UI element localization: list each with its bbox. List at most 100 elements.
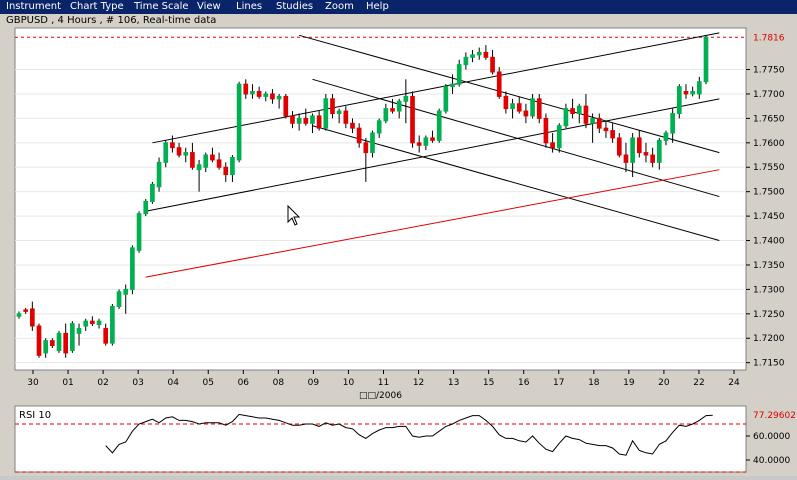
y-tick-label: 1.7200 xyxy=(753,334,785,344)
candle-body xyxy=(76,327,82,334)
x-tick-label: 19 xyxy=(623,378,635,388)
candle-body xyxy=(316,115,322,129)
candle-body xyxy=(136,213,142,251)
price-chart[interactable]: 1.7150 1.7200 1.7250 1.7300 1.7350 1.7400 1.74… xyxy=(0,0,797,480)
candle-body xyxy=(223,166,229,176)
candle-body xyxy=(636,137,642,154)
menu-studies[interactable]: Studies xyxy=(276,1,313,13)
last-price-label: 1.7816 xyxy=(753,33,785,43)
candle-body xyxy=(450,83,455,88)
candle-body xyxy=(510,103,515,110)
candle-body xyxy=(30,308,35,327)
candle-body xyxy=(23,309,29,312)
candle-body xyxy=(376,120,382,134)
candle-body xyxy=(56,332,62,351)
candle-body xyxy=(650,154,655,163)
menu-zoom[interactable]: Zoom xyxy=(325,1,354,13)
candle-body xyxy=(70,323,75,351)
candle-body xyxy=(230,156,235,176)
candle-body xyxy=(623,154,629,163)
x-tick-label: 03 xyxy=(132,378,143,388)
rsi-panel xyxy=(14,405,747,473)
candle-body xyxy=(103,327,109,344)
candle-body xyxy=(116,291,122,307)
candle-body xyxy=(483,51,489,58)
candle-body xyxy=(503,95,509,110)
candle-body xyxy=(456,64,462,85)
candle-body xyxy=(336,110,342,115)
candle-body xyxy=(676,86,682,114)
menu-instrument[interactable]: Instrument xyxy=(6,1,61,13)
x-tick-label: 02 xyxy=(97,378,108,388)
x-tick-label: 30 xyxy=(27,378,39,388)
candle-body xyxy=(543,117,549,144)
mouse-cursor-icon xyxy=(287,204,301,226)
candle-body xyxy=(490,56,495,73)
menu-help[interactable]: Help xyxy=(366,1,389,13)
x-tick-label: 10 xyxy=(343,378,355,388)
candle-body xyxy=(550,142,555,149)
candle-body xyxy=(536,98,542,119)
y-tick-label: 1.7750 xyxy=(753,66,785,76)
x-tick-label: 05 xyxy=(203,378,214,388)
rsi-line xyxy=(105,413,713,456)
candle-body xyxy=(43,340,49,354)
x-tick-label: 16 xyxy=(518,378,530,388)
candle-body xyxy=(130,247,135,290)
candle-body xyxy=(63,332,69,354)
x-tick-label: 22 xyxy=(693,378,704,388)
candle-body xyxy=(476,51,482,56)
menu-time-scale[interactable]: Time Scale xyxy=(134,1,189,13)
y-tick-label: 1.7300 xyxy=(753,285,785,295)
trendline xyxy=(152,32,720,144)
trendline xyxy=(298,34,720,154)
candle-body xyxy=(263,93,269,97)
y-tick-label: 1.7350 xyxy=(753,261,785,271)
candle-body xyxy=(570,108,575,115)
x-tick-label: 17 xyxy=(553,378,564,388)
x-tick-label: 24 xyxy=(728,378,740,388)
bottom-scrollbar[interactable] xyxy=(0,476,797,480)
candle-body xyxy=(303,117,309,124)
candle-body xyxy=(403,95,409,102)
candle-body xyxy=(530,98,535,117)
candle-body xyxy=(436,110,442,141)
rsi-title: RSI 10 xyxy=(19,410,51,421)
candle-body xyxy=(630,137,635,163)
candle-body xyxy=(516,103,522,112)
menu-lines[interactable]: Lines xyxy=(236,1,262,13)
menu-chart-type[interactable]: Chart Type xyxy=(70,1,124,13)
candle-body xyxy=(430,137,435,141)
candle-body xyxy=(443,86,449,112)
candle-body xyxy=(16,313,22,317)
x-tick-label: 18 xyxy=(588,378,600,388)
candle-body xyxy=(216,159,222,168)
candle-body xyxy=(576,105,582,114)
candle-body xyxy=(143,200,149,215)
candle-body xyxy=(696,81,702,95)
chart-title: GBPUSD , 4 Hours , # 106, Real-time data xyxy=(6,15,217,26)
candle-body xyxy=(150,183,155,202)
y-tick-label: 1.7250 xyxy=(753,310,785,320)
candle-body xyxy=(270,93,275,100)
x-tick-label: 20 xyxy=(658,378,670,388)
menu-view[interactable]: View xyxy=(197,1,221,13)
x-tick-label: 01 xyxy=(62,378,73,388)
y-tick-label: 1.7550 xyxy=(753,163,785,173)
y-tick-label: 1.7600 xyxy=(753,139,785,149)
x-tick-label: 09 xyxy=(308,378,320,388)
candle-body xyxy=(250,91,255,95)
trendline xyxy=(312,78,720,198)
candle-body xyxy=(36,325,42,356)
x-tick-label: 15 xyxy=(483,378,494,388)
candle-body xyxy=(50,340,55,347)
candle-body xyxy=(583,105,589,124)
candle-body xyxy=(370,132,375,154)
rsi-y-tick-label: 60.0000 xyxy=(753,432,790,442)
x-tick-label: 12 xyxy=(413,378,424,388)
candle-body xyxy=(123,288,129,295)
x-tick-label: 13 xyxy=(448,378,459,388)
candle-body xyxy=(90,320,95,325)
candle-body xyxy=(110,305,115,344)
candle-body xyxy=(203,154,209,168)
